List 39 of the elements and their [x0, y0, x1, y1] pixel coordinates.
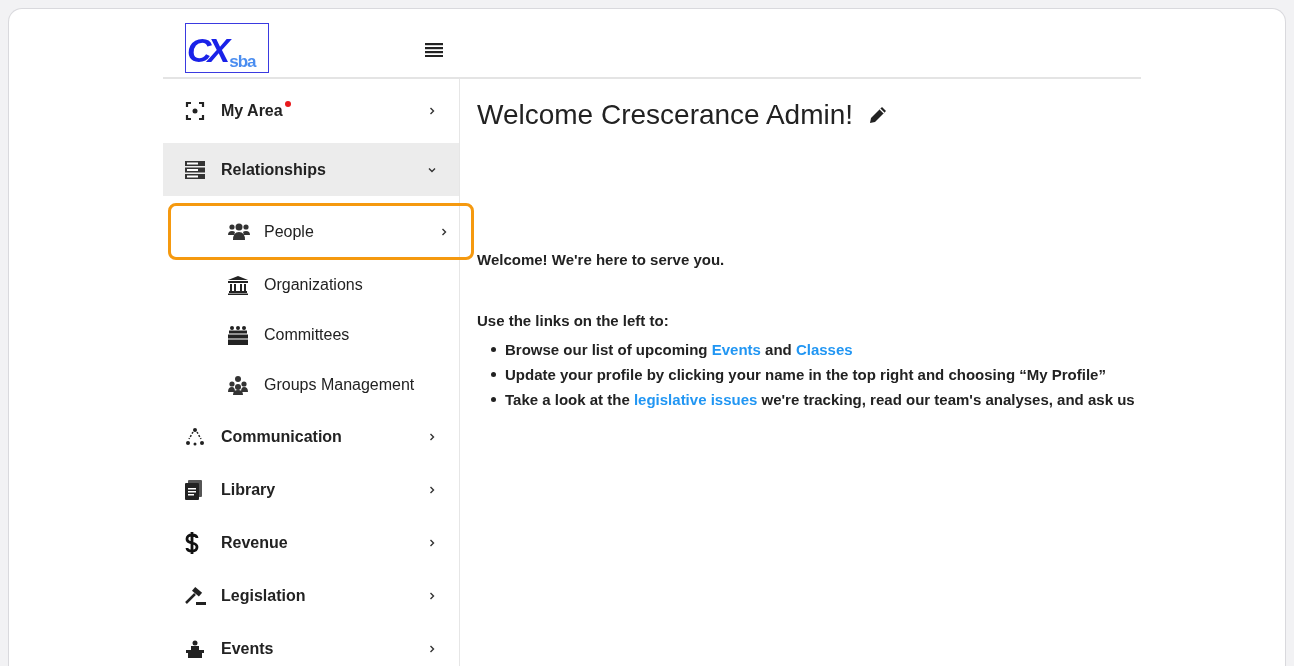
pencil-icon[interactable] — [869, 106, 888, 124]
nav-item[interactable]: Library — [163, 463, 459, 516]
welcome-heading: Welcome Crescerance Admin! — [477, 99, 854, 131]
dollar-icon — [185, 531, 199, 554]
bank-icon — [228, 275, 248, 295]
bullet-text: Browse our list of upcoming Events and Classes — [505, 341, 853, 358]
nav-item[interactable]: Legislation — [163, 569, 459, 622]
chevron-icon — [427, 537, 437, 548]
nav-item[interactable]: Relationships — [163, 143, 459, 196]
presenter-icon — [185, 639, 205, 658]
gavel-icon — [185, 585, 207, 606]
chevron-icon — [427, 106, 437, 116]
bullet-icon — [491, 347, 496, 352]
bullet-icon — [491, 372, 496, 377]
nav-subitem[interactable]: Committees — [168, 310, 474, 360]
menu-icon[interactable] — [425, 43, 443, 57]
server-icon — [185, 160, 205, 179]
people-icon — [228, 223, 250, 240]
nav-item[interactable]: Events — [163, 622, 459, 666]
chevron-icon — [427, 643, 437, 654]
nav-subitem[interactable]: People — [168, 203, 474, 260]
document-icon — [185, 479, 202, 500]
network-icon — [185, 426, 205, 447]
lead-text: Use the links on the left to: — [477, 312, 670, 329]
nav-subitem[interactable]: Organizations — [168, 260, 474, 310]
chevron-icon — [427, 431, 437, 442]
nav-item[interactable]: Communication — [163, 410, 459, 463]
bullet-icon — [491, 397, 496, 402]
chevron-icon — [427, 590, 437, 601]
committee-icon — [228, 325, 248, 345]
bullet-text: Take a look at the legislative issues we're tracking, read our team's analyses, and ask us — [505, 391, 1135, 408]
nav-subitem[interactable]: Groups Management — [168, 360, 474, 410]
intro-text: Welcome! We're here to serve you. — [477, 251, 726, 268]
nav-item[interactable]: My Area — [163, 79, 459, 143]
bullet-text: Update your profile by clicking your name in the top right and choosing “My Profile” — [505, 366, 1106, 383]
chevron-icon — [427, 484, 437, 495]
group-icon — [228, 375, 248, 395]
nav-item[interactable]: Revenue — [163, 516, 459, 569]
focus-icon — [185, 101, 205, 121]
